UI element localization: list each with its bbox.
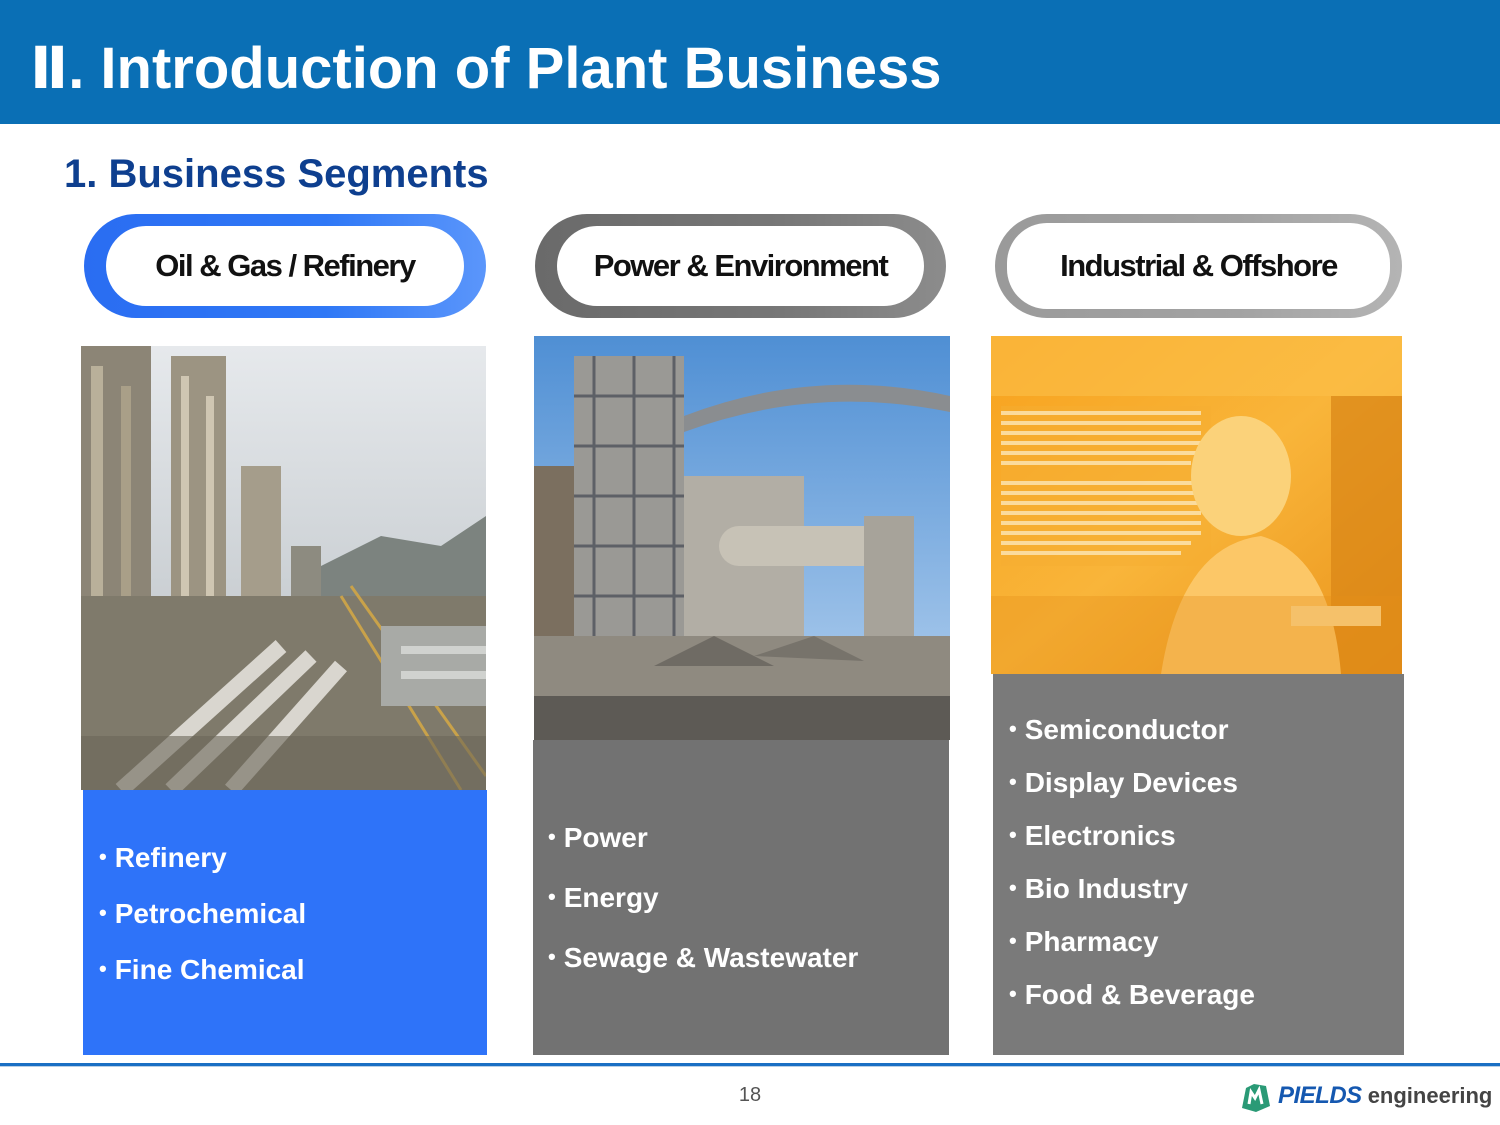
list-item: • Food & Beverage [1009,979,1255,1010]
list-item-label: Power [563,822,648,853]
list-item: • Display Devices [1009,767,1238,798]
refinery-photo [81,346,486,790]
footer-divider-thin [0,1066,1500,1067]
segment-pill-power: Power & Environment [535,214,946,318]
logo-brand-text: PIELDS [1278,1082,1362,1109]
section-title: 1. Business Segments [64,152,489,196]
list-item-label: Display Devices [1024,767,1238,798]
industrial-segment-list: • Semiconductor • Display Devices • Electro… [993,674,1404,1055]
segment-label-industrial: Industrial & Offshore [1007,223,1390,309]
page-title: Ⅱ. Introduction of Plant Business [30,36,942,101]
oil-gas-segment-list: • Refinery • Petrochemical • Fine Chemical [83,790,487,1055]
logo-mark-icon [1242,1084,1270,1112]
list-item: • Pharmacy [1009,926,1159,957]
list-item: • Sewage & Wastewater [548,942,859,973]
segment-pill-industrial: Industrial & Offshore [995,214,1402,318]
list-item: • Semiconductor [1009,714,1229,745]
cleanroom-photo [991,336,1402,674]
list-item: • Energy [548,882,659,913]
list-item-label: Pharmacy [1024,926,1159,957]
list-item-label: Semiconductor [1024,714,1229,745]
list-item: • Electronics [1009,820,1176,851]
list-item: • Fine Chemical [99,954,305,985]
header-bar: Ⅱ. Introduction of Plant Business [0,0,1500,124]
list-item-label: Bio Industry [1024,873,1189,904]
list-item: • Bio Industry [1009,873,1189,904]
list-item-label: Energy [563,882,659,913]
list-item: • Petrochemical [99,898,307,929]
segment-label-power: Power & Environment [557,226,924,306]
list-item-label: Electronics [1024,820,1176,851]
segment-label-oil-gas: Oil & Gas / Refinery [106,226,464,306]
list-item-label: Fine Chemical [114,954,305,985]
page-number: 18 [738,1084,762,1106]
power-segment-list: • Power • Energy • Sewage & Wastewater [533,740,949,1055]
logo-sub-text: engineering [1367,1083,1493,1108]
segment-pill-oil-gas: Oil & Gas / Refinery [84,214,486,318]
company-logo: PIELDS engineering [1238,1078,1492,1114]
list-item-label: Petrochemical [114,898,307,929]
list-item-label: Sewage & Wastewater [563,942,859,973]
list-item: • Power [548,822,648,853]
list-item-label: Refinery [114,842,227,873]
power-plant-photo [534,336,950,740]
list-item-label: Food & Beverage [1024,979,1255,1010]
list-item: • Refinery [99,842,227,873]
